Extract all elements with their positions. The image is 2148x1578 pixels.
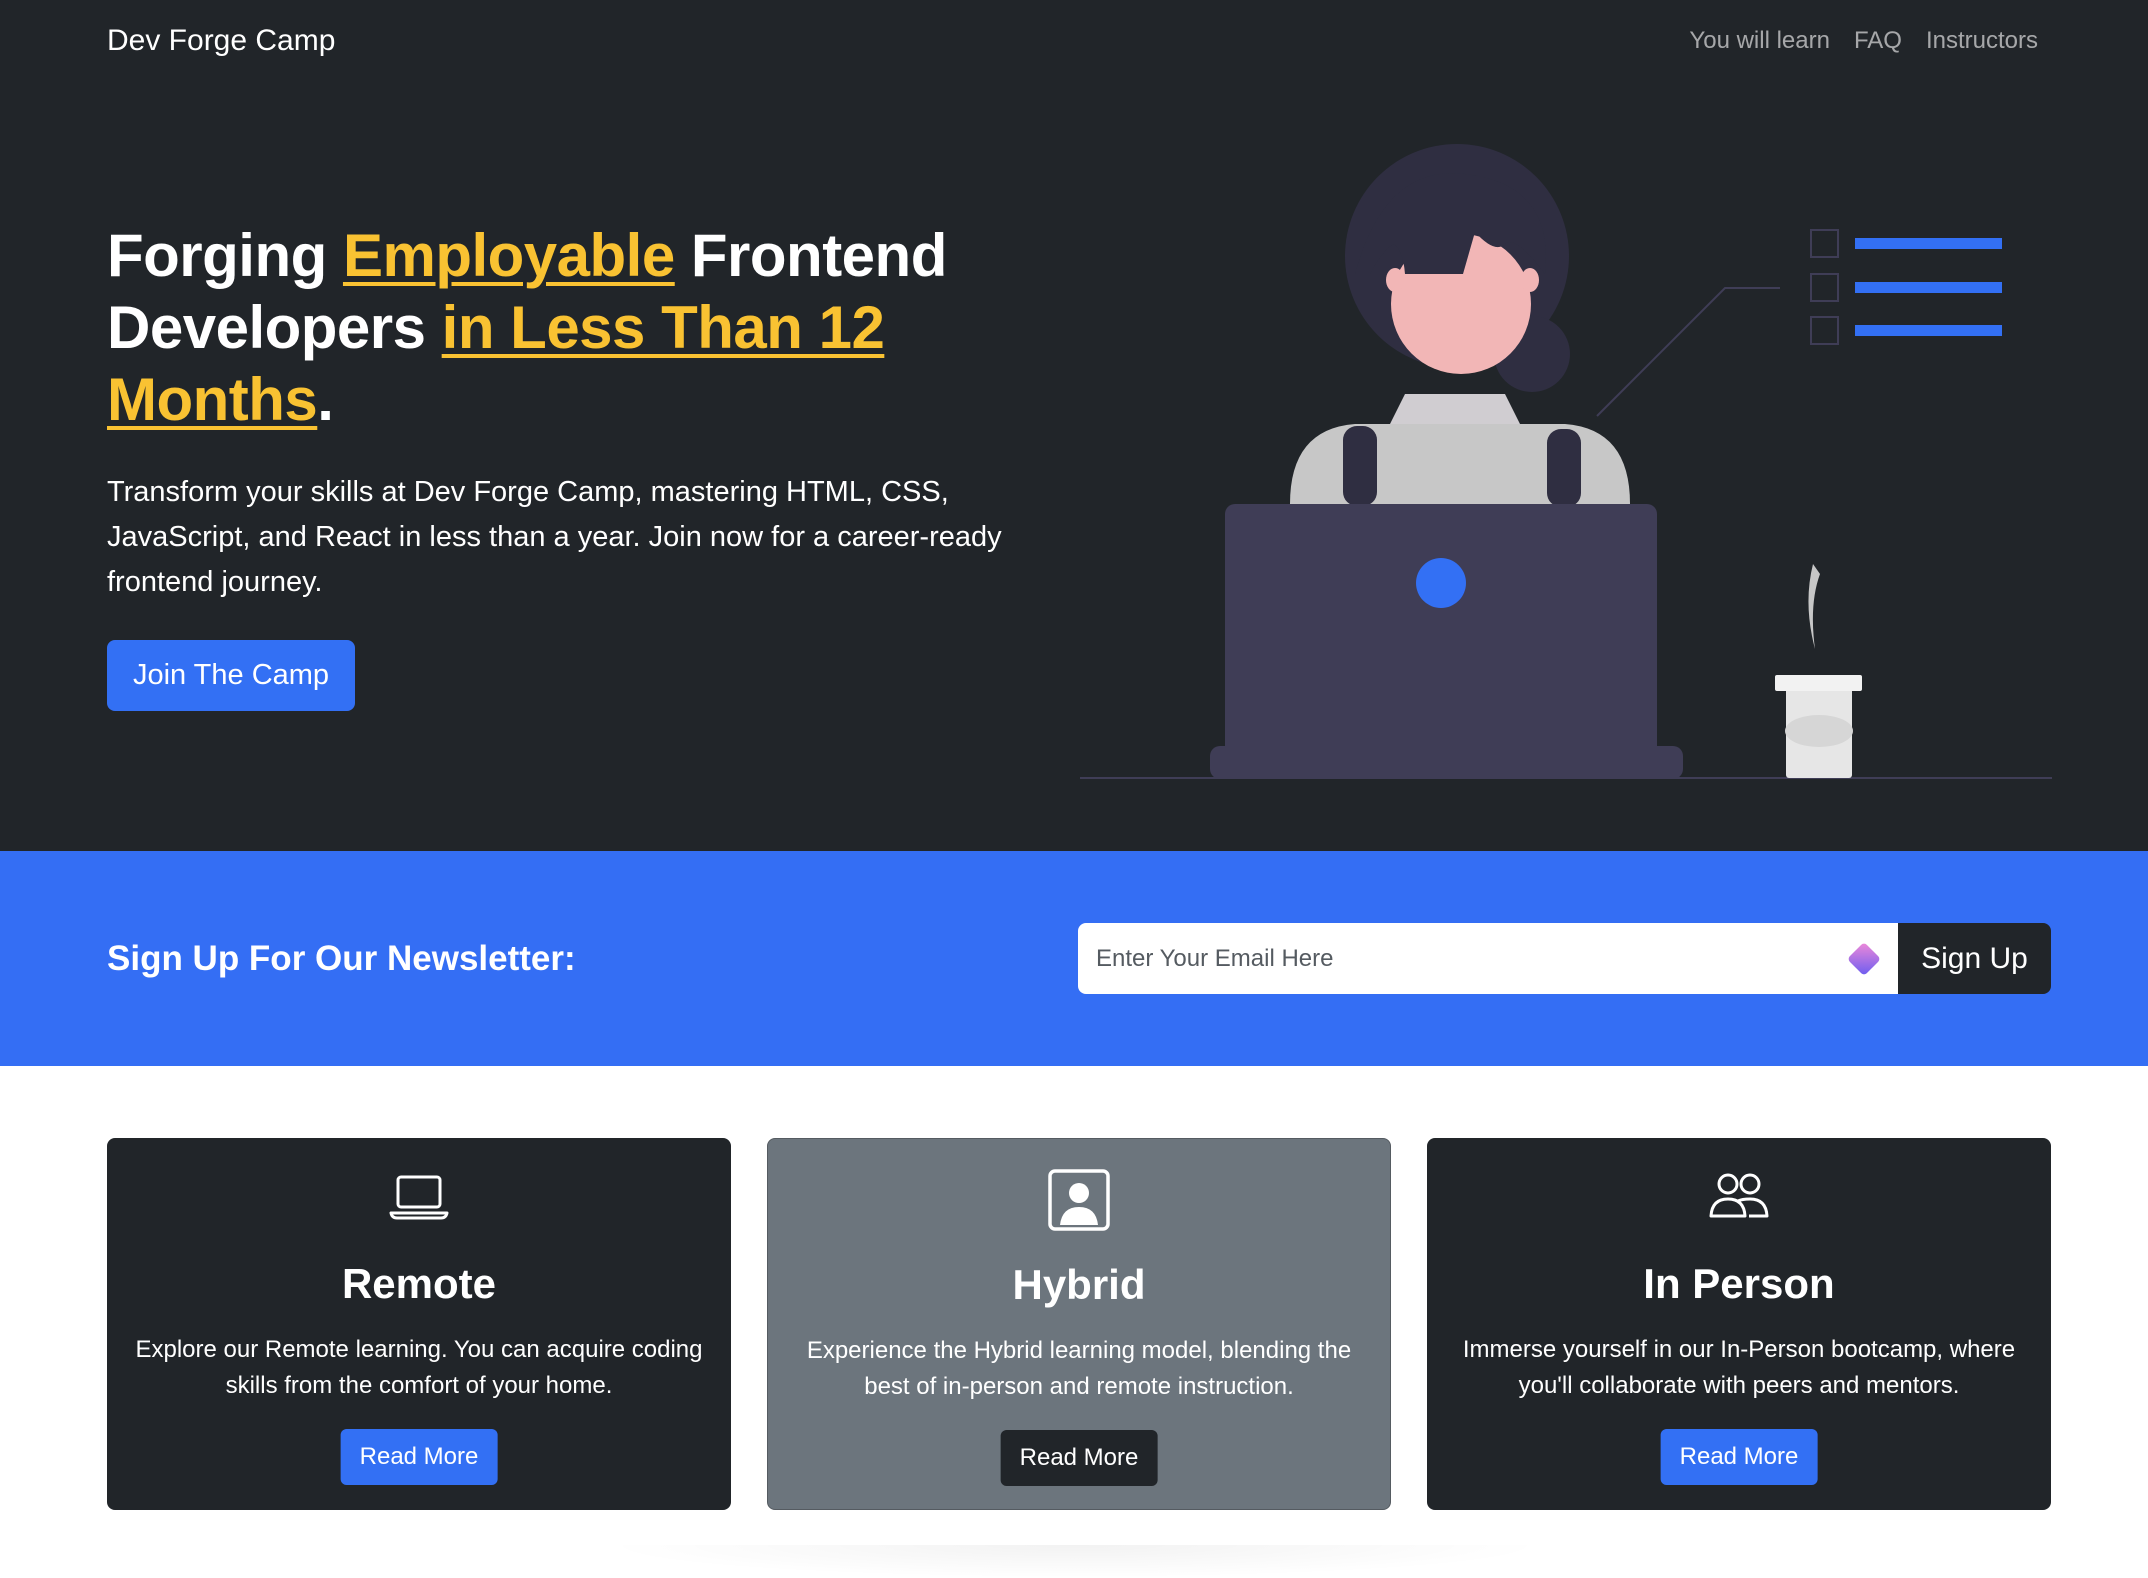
card-remote: Remote Explore our Remote learning. You … [107, 1138, 731, 1510]
join-camp-button[interactable]: Join The Camp [107, 640, 355, 711]
hero-title-part1: Forging [107, 222, 343, 289]
email-input[interactable] [1078, 923, 1898, 994]
card-text: Immerse yourself in our In-Person bootca… [1462, 1336, 2016, 1399]
section-shadow [600, 1545, 1550, 1578]
password-manager-icon[interactable] [1844, 939, 1884, 979]
remote-read-more-button[interactable]: Read More [340, 1429, 498, 1485]
newsletter-heading: Sign Up For Our Newsletter: [107, 939, 576, 978]
card-title: Hybrid [1012, 1261, 1146, 1308]
newsletter-form: Sign Up [1078, 923, 2051, 994]
hero-section: Forging Employable Frontend Developers i… [0, 88, 2148, 851]
brand-link[interactable]: Dev Forge Camp [107, 24, 335, 58]
card-in-person: In Person Immerse yourself in our In-Per… [1427, 1138, 2051, 1510]
newsletter-section: Sign Up For Our Newsletter: Sign Up [0, 851, 2148, 1066]
hero-lead: Transform your skills at Dev Forge Camp,… [107, 476, 1002, 598]
people-icon [1427, 1168, 2051, 1230]
card-text: Explore our Remote learning. You can acq… [135, 1336, 703, 1399]
woman-laptop-illustration [1080, 144, 2052, 779]
nav-link-faq[interactable]: FAQ [1854, 27, 1902, 55]
learning-modes: Remote Explore our Remote learning. You … [107, 1138, 2051, 1510]
nav-links: You will learn FAQ Instructors [1689, 27, 2038, 55]
person-badge-icon [768, 1169, 1390, 1231]
card-hybrid: Hybrid Experience the Hybrid learning mo… [767, 1138, 1391, 1510]
nav-link-you-will-learn[interactable]: You will learn [1689, 27, 1830, 55]
hero-title-part3: . [317, 366, 334, 433]
hero-title-highlight-employable: Employable [342, 222, 675, 289]
laptop-icon [107, 1168, 731, 1230]
in-person-read-more-button[interactable]: Read More [1660, 1429, 1818, 1485]
navbar: Dev Forge Camp You will learn FAQ Instru… [0, 0, 2148, 88]
nav-link-instructors[interactable]: Instructors [1926, 27, 2038, 55]
sign-up-button[interactable]: Sign Up [1898, 923, 2051, 994]
card-title: Remote [341, 1260, 497, 1307]
card-title: In Person [1643, 1260, 1835, 1307]
hybrid-read-more-button[interactable]: Read More [1000, 1430, 1158, 1486]
hero-title: Forging Employable Frontend Developers i… [107, 220, 987, 436]
card-text: Experience the Hybrid learning model, bl… [806, 1337, 1352, 1400]
